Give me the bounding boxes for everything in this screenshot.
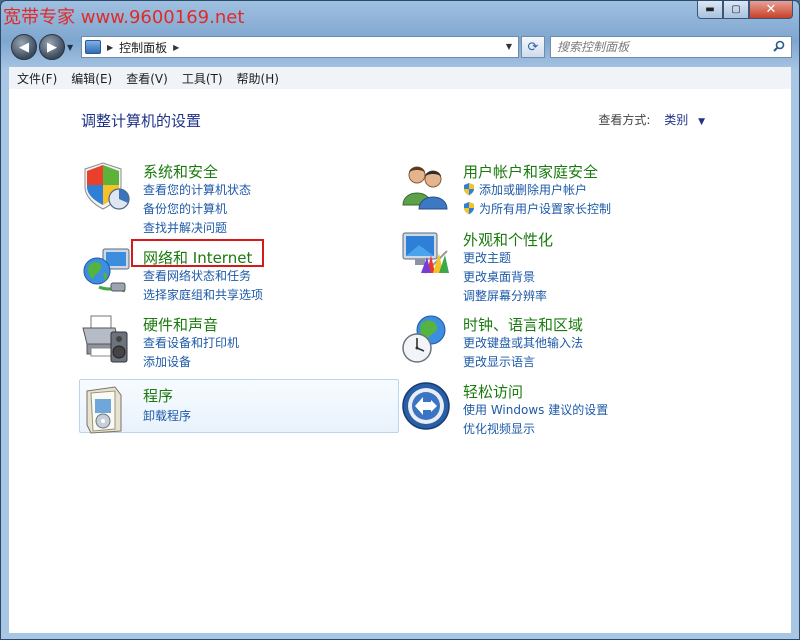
uac-shield-icon — [464, 183, 474, 196]
forward-button[interactable]: ▶ — [39, 34, 65, 60]
link-uninstall-program[interactable]: 卸载程序 — [143, 407, 191, 424]
menu-file[interactable]: 文件(F) — [17, 70, 57, 87]
watermark-text: 宽带专家 www.9600169.net — [3, 7, 245, 28]
category-title-programs[interactable]: 程序 — [143, 385, 173, 406]
view-by-label: 查看方式: — [598, 113, 651, 127]
link-screen-resolution[interactable]: 调整屏幕分辨率 — [463, 287, 547, 304]
users-icon — [402, 166, 448, 210]
minimize-icon: ▬ — [705, 4, 715, 15]
refresh-button[interactable]: ⟳ — [521, 36, 545, 58]
link-add-remove-user-text: 添加或删除用户帐户 — [479, 183, 588, 197]
back-button[interactable]: ◀ — [11, 34, 37, 60]
page-title: 调整计算机的设置 — [81, 112, 202, 130]
recent-pages-dropdown-icon[interactable]: ▼ — [67, 43, 73, 52]
link-parental-controls-text: 为所有用户设置家长控制 — [479, 202, 612, 216]
view-by-value[interactable]: 类别 — [664, 113, 688, 127]
category-title-appearance[interactable]: 外观和个性化 — [463, 229, 553, 250]
link-add-device[interactable]: 添加设备 — [143, 353, 191, 370]
breadcrumb-chevron-icon[interactable]: ▶ — [107, 43, 113, 52]
breadcrumb-control-panel[interactable]: 控制面板 — [119, 39, 167, 56]
category-title-ease-of-access[interactable]: 轻松访问 — [463, 381, 523, 402]
link-homegroup-sharing[interactable]: 选择家庭组和共享选项 — [143, 286, 263, 303]
monitor-palette-icon — [402, 232, 449, 274]
window-controls: ▬ ▢ ✕ — [697, 1, 793, 19]
window-bottom-border — [1, 633, 799, 639]
category-title-hardware-sound[interactable]: 硬件和声音 — [143, 314, 218, 335]
view-by-control: 查看方式: 类别 ▼ — [598, 111, 705, 128]
content-area: 调整计算机的设置 查看方式: 类别 ▼ 系统和安全 查看您的计算机状态 备份您的… — [9, 89, 791, 635]
address-bar[interactable]: ▶ 控制面板 ▶ ▼ — [81, 36, 519, 58]
close-button[interactable]: ✕ — [749, 1, 793, 19]
menu-tools[interactable]: 工具(T) — [182, 70, 223, 87]
search-input[interactable] — [557, 39, 767, 55]
title-bar[interactable]: 宽带专家 www.9600169.net ▬ ▢ ✕ — [1, 1, 799, 29]
link-add-remove-user[interactable]: 添加或删除用户帐户 — [463, 181, 587, 198]
link-troubleshoot[interactable]: 查找并解决问题 — [143, 219, 227, 236]
navigation-bar: ◀ ▶ ▼ ▶ 控制面板 ▶ ▼ ⟳ — [1, 31, 799, 63]
search-box[interactable] — [550, 36, 792, 58]
refresh-icon: ⟳ — [527, 39, 539, 55]
shield-chart-icon — [84, 162, 130, 210]
back-arrow-icon: ◀ — [19, 39, 29, 55]
ease-of-access-icon — [402, 382, 450, 430]
breadcrumb-chevron-icon[interactable]: ▶ — [173, 43, 179, 52]
category-title-system-security[interactable]: 系统和安全 — [143, 161, 218, 182]
maximize-button[interactable]: ▢ — [723, 1, 749, 19]
menu-edit[interactable]: 编辑(E) — [71, 70, 112, 87]
category-title-clock-region[interactable]: 时钟、语言和区域 — [463, 314, 583, 335]
link-change-keyboard[interactable]: 更改键盘或其他输入法 — [463, 334, 583, 351]
link-optimize-visual-display[interactable]: 优化视频显示 — [463, 420, 535, 437]
link-devices-printers[interactable]: 查看设备和打印机 — [143, 334, 239, 351]
globe-network-icon — [83, 248, 130, 293]
minimize-button[interactable]: ▬ — [697, 1, 723, 19]
view-by-dropdown-icon[interactable]: ▼ — [698, 117, 705, 127]
clock-globe-icon — [402, 315, 446, 363]
menu-bar: 文件(F) 编辑(E) 查看(V) 工具(T) 帮助(H) — [9, 67, 791, 89]
maximize-icon: ▢ — [731, 4, 741, 15]
forward-arrow-icon: ▶ — [47, 39, 57, 55]
link-parental-controls[interactable]: 为所有用户设置家长控制 — [463, 200, 611, 217]
link-check-computer-status[interactable]: 查看您的计算机状态 — [143, 181, 251, 198]
uac-shield-icon — [464, 202, 474, 215]
printer-speaker-icon — [82, 315, 128, 363]
link-desktop-background[interactable]: 更改桌面背景 — [463, 268, 535, 285]
link-network-status[interactable]: 查看网络状态和任务 — [143, 267, 251, 284]
link-backup-computer[interactable]: 备份您的计算机 — [143, 200, 227, 217]
close-icon: ✕ — [765, 2, 777, 17]
network-internet-highlight-box — [131, 239, 264, 267]
menu-view[interactable]: 查看(V) — [126, 70, 168, 87]
control-panel-window: 宽带专家 www.9600169.net ▬ ▢ ✕ ◀ ▶ ▼ ▶ 控制面板 … — [0, 0, 800, 640]
link-change-display-language[interactable]: 更改显示语言 — [463, 353, 535, 370]
link-windows-recommended-settings[interactable]: 使用 Windows 建议的设置 — [463, 401, 608, 418]
category-title-user-accounts[interactable]: 用户帐户和家庭安全 — [463, 161, 598, 182]
programs-box-icon — [86, 386, 122, 434]
address-dropdown-icon[interactable]: ▼ — [506, 42, 512, 51]
menu-help[interactable]: 帮助(H) — [237, 70, 279, 87]
link-change-theme[interactable]: 更改主题 — [463, 249, 511, 266]
control-panel-icon — [85, 40, 101, 54]
search-icon[interactable] — [773, 40, 785, 52]
